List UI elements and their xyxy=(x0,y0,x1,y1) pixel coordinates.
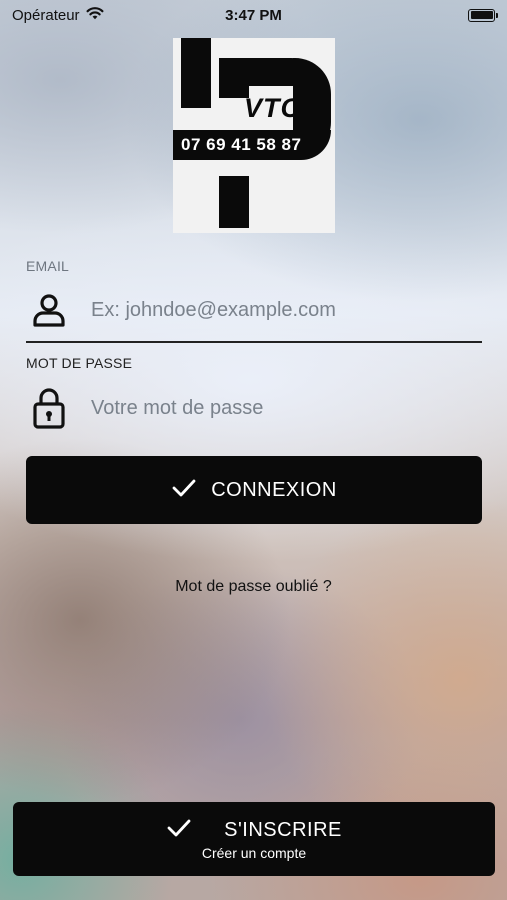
user-icon xyxy=(26,287,72,333)
logo-vtc-text: VTC xyxy=(244,93,301,123)
signup-main-row: S'INSCRIRE xyxy=(166,818,342,843)
signup-button-sublabel: Créer un compte xyxy=(201,844,307,861)
app-logo: VTC 07 69 41 58 87 xyxy=(173,38,335,233)
signup-button-label: S'INSCRIRE xyxy=(224,818,342,841)
battery-level xyxy=(470,11,493,19)
password-field[interactable] xyxy=(26,380,482,436)
email-field[interactable] xyxy=(26,282,482,338)
status-left: Opérateur xyxy=(12,6,104,24)
carrier-label: Opérateur xyxy=(12,6,80,24)
status-bar: Opérateur 3:47 PM xyxy=(0,0,507,30)
login-button-label: CONNEXION xyxy=(211,478,337,501)
forgot-password-link[interactable]: Mot de passe oublié ? xyxy=(0,578,507,596)
email-label: EMAIL xyxy=(26,258,70,274)
lock-icon xyxy=(26,385,72,431)
password-label: MOT DE PASSE xyxy=(26,355,133,371)
email-underline xyxy=(26,341,482,343)
email-input[interactable] xyxy=(91,298,451,322)
checkmark-icon xyxy=(166,818,192,843)
logo-phone-number: 07 69 41 58 87 xyxy=(181,135,302,154)
login-button[interactable]: CONNEXION xyxy=(26,456,482,524)
signup-button[interactable]: S'INSCRIRE Créer un compte xyxy=(13,802,495,876)
checkmark-icon xyxy=(171,478,197,503)
battery-icon xyxy=(468,8,498,22)
password-input[interactable] xyxy=(91,396,451,420)
wifi-icon xyxy=(86,6,104,24)
